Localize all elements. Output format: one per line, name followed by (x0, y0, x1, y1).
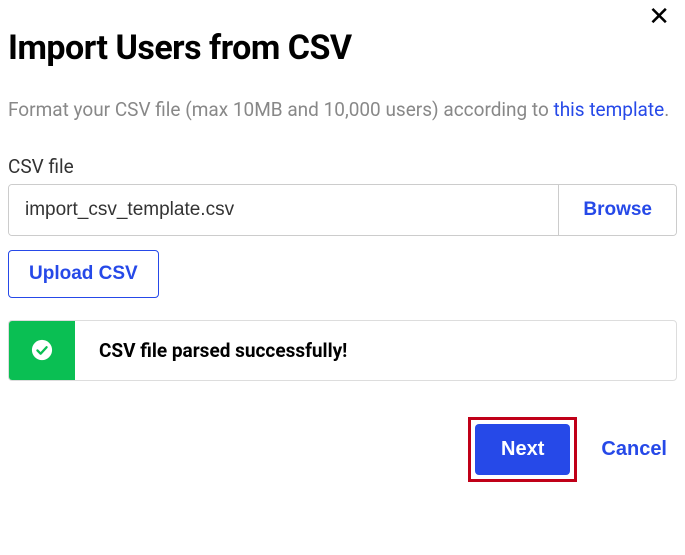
check-circle-icon (31, 339, 53, 361)
browse-button[interactable]: Browse (558, 185, 676, 235)
next-button[interactable]: Next (475, 424, 570, 475)
file-input-group: Browse (8, 184, 677, 236)
description-suffix: . (664, 98, 669, 121)
csv-file-label: CSV file (8, 155, 677, 178)
template-link[interactable]: this template (554, 98, 665, 121)
close-icon[interactable]: ✕ (648, 4, 670, 30)
description-prefix: Format your CSV file (max 10MB and 10,00… (8, 98, 554, 121)
footer-actions: Next Cancel (8, 417, 677, 482)
dialog-title: Import Users from CSV (8, 28, 677, 68)
upload-csv-button[interactable]: Upload CSV (8, 250, 159, 298)
csv-file-input[interactable] (9, 185, 558, 235)
status-banner: CSV file parsed successfully! (8, 320, 677, 381)
cancel-button[interactable]: Cancel (601, 438, 667, 461)
next-button-highlight: Next (468, 417, 577, 482)
success-badge (9, 321, 75, 380)
format-description: Format your CSV file (max 10MB and 10,00… (8, 96, 677, 125)
status-message: CSV file parsed successfully! (75, 321, 371, 380)
